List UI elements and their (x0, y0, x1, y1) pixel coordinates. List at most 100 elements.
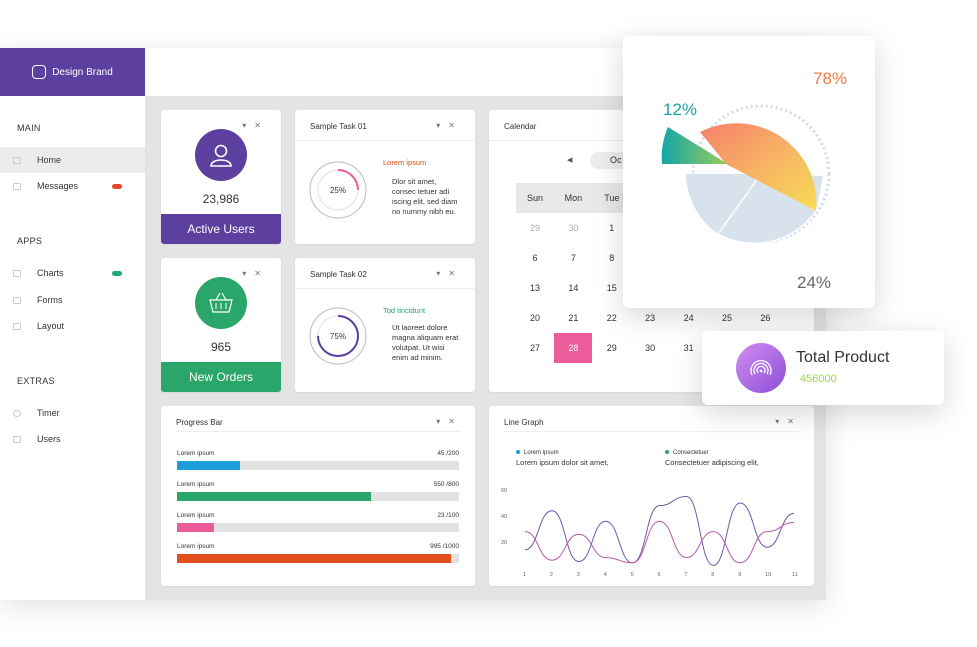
sidebar-item-users[interactable]: Users (0, 426, 145, 452)
section-main: MAIN (17, 123, 41, 133)
sidebar-item-label: Layout (37, 321, 65, 331)
x-tick-label: 1 (523, 572, 526, 578)
calendar-day[interactable]: 21 (554, 303, 592, 333)
card-title: Calendar (504, 122, 537, 131)
sidebar-item-messages[interactable]: Messages (0, 173, 145, 199)
home-icon (13, 156, 21, 164)
y-tick-label: 20 (501, 540, 507, 546)
total-product-card: Total Product 456000 (702, 331, 944, 405)
progress-track (177, 554, 459, 563)
weekday-label: Mon (564, 193, 583, 203)
sidebar-item-label: Messages (37, 181, 79, 191)
x-tick-label: 10 (765, 572, 771, 578)
legend-item-2: Consectetuer Consectetuer adipiscing eli… (665, 450, 759, 467)
new-orders-value: 965 (210, 340, 232, 354)
progress-fill (177, 554, 451, 563)
chart-icon (13, 269, 21, 277)
legend-desc: Lorem ipsum dolor sit amet, (516, 458, 609, 467)
legend-name: Consectetuer (673, 450, 709, 456)
card-controls[interactable]: ▾✕ (242, 121, 269, 130)
sidebar: MAIN Home Messages APPS Charts Forms Lay… (0, 96, 145, 600)
sidebar-item-label: Forms (37, 295, 63, 305)
task-text-line: Dlor sit amet, (392, 177, 437, 186)
x-tick-label: 8 (711, 572, 714, 578)
progress-row: Lorem ipsum 23 /100 (177, 512, 459, 536)
calendar-day[interactable]: 29 (593, 333, 631, 363)
progress-value: 550 /800 (433, 481, 459, 488)
calendar-day[interactable]: 13 (516, 273, 554, 303)
progress-row: Lorem ipsum 995 /1000 (177, 543, 459, 567)
card-controls[interactable]: ▾✕ (436, 269, 463, 278)
card-title: Progress Bar (176, 418, 223, 427)
calendar-day[interactable]: 20 (516, 303, 554, 333)
task-02-percent: 75% (329, 331, 346, 341)
task-text-line: no nummy nibh eu. (392, 207, 456, 216)
calendar-day[interactable]: 30 (631, 333, 669, 363)
progress-label: Lorem ipsum (177, 450, 215, 457)
prev-month-icon[interactable]: ◀ (567, 156, 572, 164)
card-title: Sample Task 02 (310, 270, 367, 279)
brand-name: Design Brand (52, 66, 113, 78)
x-tick-label: 11 (792, 572, 798, 578)
layout-icon (13, 322, 21, 330)
progress-value: 45 /200 (437, 450, 459, 457)
y-tick-label: 60 (501, 488, 507, 494)
total-product-title: Total Product (796, 349, 890, 366)
brand-header[interactable]: Design Brand (0, 48, 145, 96)
basket-icon (195, 277, 247, 329)
task-text-line: consec tetuer adi (392, 187, 450, 196)
card-title: Sample Task 01 (310, 122, 367, 131)
legend-dot (665, 450, 669, 454)
legend-name: Lorem ipsum (524, 450, 559, 456)
legend-item-1: Lorem ipsum Lorem ipsum dolor sit amet, (516, 450, 609, 467)
active-users-value: 23,986 (202, 192, 240, 206)
line-graph-card: Line Graph ▾✕ Lorem ipsum Lorem ipsum do… (489, 406, 814, 586)
x-tick-label: 9 (738, 572, 741, 578)
new-orders-label[interactable]: New Orders (161, 362, 281, 392)
form-icon (13, 296, 21, 304)
series-line-2 (524, 520, 795, 564)
calendar-day[interactable]: 30 (554, 213, 592, 243)
progress-row: Lorem ipsum 45 /200 (177, 450, 459, 474)
line-chart: 60 40 20 1 2 3 4 5 6 7 8 9 10 11 (501, 488, 798, 578)
progress-value: 995 /1000 (430, 543, 459, 550)
sidebar-item-charts[interactable]: Charts (0, 260, 145, 286)
sidebar-item-layout[interactable]: Layout (0, 313, 145, 339)
calendar-day[interactable]: 7 (554, 243, 592, 273)
task-01-percent: 25% (329, 185, 346, 195)
card-controls[interactable]: ▾✕ (436, 121, 463, 130)
messages-badge (112, 183, 122, 189)
task-01-body: Dlor sit amet, consec tetuer adi iscing … (392, 177, 457, 217)
card-controls[interactable]: ▾✕ (242, 269, 269, 278)
progress-track (177, 492, 459, 501)
progress-label: Lorem ipsum (177, 543, 215, 550)
total-product-value: 456000 (800, 373, 837, 385)
sidebar-item-forms[interactable]: Forms (0, 287, 145, 313)
progress-label: Lorem ipsum (177, 481, 215, 488)
calendar-day[interactable]: 28 (554, 333, 593, 363)
calendar-day[interactable]: 29 (516, 213, 554, 243)
x-tick-label: 6 (658, 572, 661, 578)
active-users-card: ▾✕ 23,986 Active Users (161, 110, 281, 244)
legend-desc: Consectetuer adipiscing elit, (665, 458, 759, 467)
calendar-day[interactable]: 14 (554, 273, 592, 303)
card-title: Line Graph (504, 418, 544, 427)
divider (295, 288, 475, 289)
x-tick-label: 7 (684, 572, 687, 578)
divider (176, 431, 460, 432)
sidebar-item-home[interactable]: Home (0, 147, 145, 173)
progress-bar-card: Progress Bar ▾✕ Lorem ipsum 45 /200 Lorem … (161, 406, 475, 586)
sidebar-item-label: Users (37, 434, 61, 444)
card-controls[interactable]: ▾✕ (436, 417, 463, 426)
new-orders-card: ▾✕ 965 New Orders (161, 258, 281, 392)
sidebar-item-label: Timer (37, 408, 60, 418)
calendar-day[interactable]: 27 (516, 333, 554, 363)
task-text-line: volutpat. Ut wisi (392, 343, 445, 352)
calendar-day[interactable]: 6 (516, 243, 554, 273)
card-controls[interactable]: ▾✕ (775, 417, 802, 426)
x-tick-label: 5 (631, 572, 634, 578)
user-avatar-icon (195, 129, 247, 181)
progress-fill (177, 523, 214, 532)
active-users-label[interactable]: Active Users (161, 214, 281, 244)
sidebar-item-timer[interactable]: Timer (0, 400, 145, 426)
